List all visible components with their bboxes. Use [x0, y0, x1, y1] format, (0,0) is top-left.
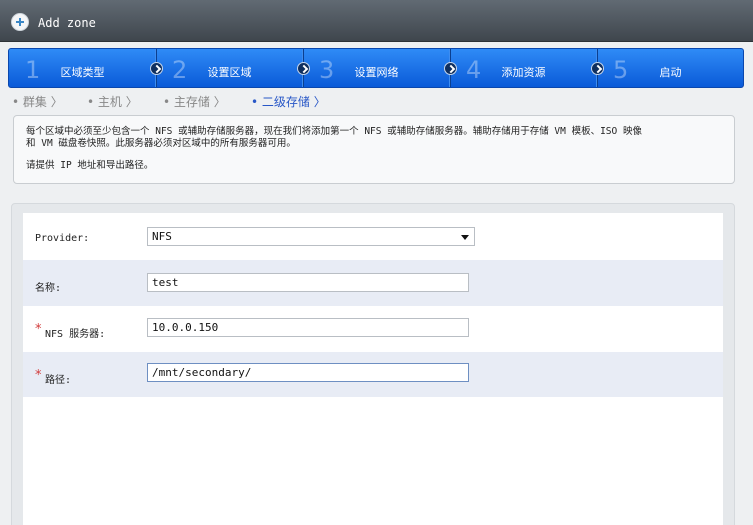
required-asterisk: *	[35, 322, 42, 337]
name-input[interactable]: test	[147, 273, 469, 292]
step-label: 设置区域	[207, 66, 252, 79]
step-label: 添加资源	[501, 66, 546, 79]
name-row: 名称: test	[23, 260, 723, 306]
description-line: 和 VM 磁盘卷快照。此服务器必须对区域中的所有服务器可用。	[26, 138, 296, 149]
chevron-right-icon	[150, 62, 163, 75]
provider-label: Provider:	[35, 233, 90, 244]
provider-row: Provider: NFS	[23, 213, 723, 259]
chevron-right-icon	[591, 62, 604, 75]
secondary-storage-form: Provider: NFS 名称: test * NFS 服务器: 10.0.0…	[23, 213, 723, 525]
chevron-right-icon	[444, 62, 457, 75]
nfs-server-row: * NFS 服务器: 10.0.0.150	[23, 306, 723, 352]
nfs-server-input[interactable]: 10.0.0.150	[147, 318, 469, 337]
substep-secondary-storage[interactable]: • 二级存储 〉	[251, 93, 326, 110]
step-setup-network[interactable]: 3 设置网络	[303, 49, 457, 87]
substep-cluster[interactable]: • 群集 〉	[12, 93, 63, 110]
provider-select[interactable]: NFS	[147, 227, 475, 246]
wizard-steps: 1 区域类型 2 设置区域 3 设置网络 4 添加资源 5 启动	[8, 48, 744, 88]
description-text: 每个区域中必须至少包含一个 NFS 或辅助存储服务器，现在我们将添加第一个 NF…	[26, 126, 722, 150]
description-box: 每个区域中必须至少包含一个 NFS 或辅助存储服务器，现在我们将添加第一个 NF…	[13, 115, 735, 184]
name-label: 名称:	[35, 283, 62, 294]
required-asterisk: *	[35, 368, 42, 383]
chevron-right-icon	[297, 62, 310, 75]
description-hint: 请提供 IP 地址和导出路径。	[26, 160, 154, 171]
step-label: 区域类型	[60, 66, 105, 79]
step-launch[interactable]: 5 启动	[597, 49, 744, 87]
dialog-title: Add zone	[38, 16, 96, 30]
step-label: 设置网络	[354, 66, 399, 79]
step-add-resources[interactable]: 4 添加资源	[450, 49, 604, 87]
path-row: * 路径: /mnt/secondary/	[23, 352, 723, 397]
step-setup-zone[interactable]: 2 设置区域	[156, 49, 310, 87]
nfs-server-label: NFS 服务器:	[45, 329, 106, 340]
substep-breadcrumb: • 群集 〉 • 主机 〉 • 主存储 〉 • 二级存储 〉	[0, 92, 753, 110]
path-label: 路径:	[45, 375, 72, 386]
plus-circle-icon	[11, 13, 29, 31]
path-input[interactable]: /mnt/secondary/	[147, 363, 469, 382]
provider-value: NFS	[152, 230, 172, 243]
dialog-titlebar: Add zone	[0, 0, 753, 42]
step-label: 启动	[659, 66, 682, 79]
substep-host[interactable]: • 主机 〉	[87, 93, 138, 110]
caret-down-icon	[461, 235, 469, 240]
form-container: Provider: NFS 名称: test * NFS 服务器: 10.0.0…	[11, 203, 735, 525]
step-zone-type[interactable]: 1 区域类型	[9, 49, 163, 87]
substep-primary-storage[interactable]: • 主存储 〉	[163, 93, 226, 110]
description-line: 每个区域中必须至少包含一个 NFS 或辅助存储服务器，现在我们将添加第一个 NF…	[26, 126, 642, 137]
